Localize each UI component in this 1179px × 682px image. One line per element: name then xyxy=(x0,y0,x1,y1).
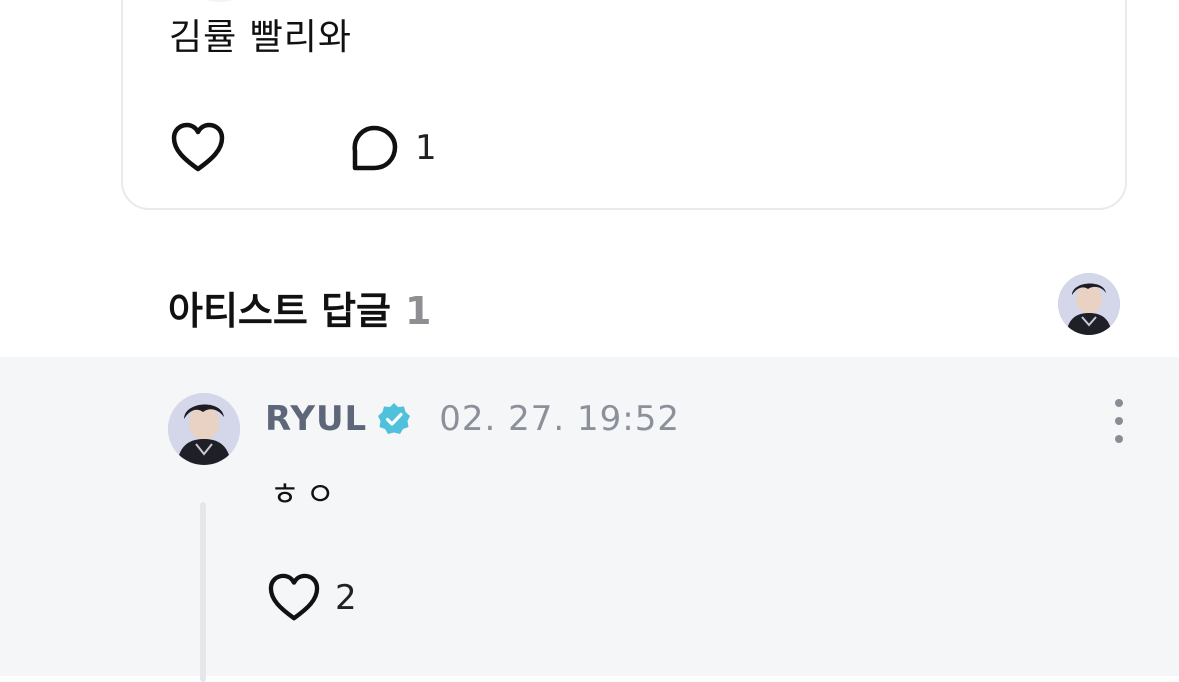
comment-count: 1 xyxy=(415,128,437,168)
reply-timestamp: 02. 27. 19:52 xyxy=(439,399,680,439)
heart-outline-icon xyxy=(171,122,225,172)
post-author-avatar[interactable] xyxy=(171,0,267,2)
artist-replies-header: 아티스트 답글 1 xyxy=(168,280,431,335)
post-comment-button[interactable]: 1 xyxy=(349,124,437,172)
artist-replies-count: 1 xyxy=(405,289,432,333)
verified-badge-icon xyxy=(378,403,411,434)
heart-outline-icon xyxy=(268,573,320,621)
vertical-ellipsis-dot xyxy=(1115,417,1123,425)
reply-author-avatar[interactable] xyxy=(168,393,240,465)
artist-reply: RYUL 02. 27. 19:52 ㅎㅇ 2 xyxy=(0,357,1179,682)
artist-photo-icon xyxy=(1058,273,1120,335)
post-like-button[interactable] xyxy=(170,122,226,174)
vertical-ellipsis-dot xyxy=(1115,435,1123,443)
reply-author-name[interactable]: RYUL xyxy=(265,399,367,439)
post-text: 김률 빨리와 xyxy=(169,17,353,58)
thread-line xyxy=(200,502,206,682)
reply-like-count: 2 xyxy=(335,578,357,618)
vertical-ellipsis-icon xyxy=(1115,399,1123,407)
artist-avatar-small[interactable] xyxy=(1058,273,1120,335)
more-options-button[interactable] xyxy=(1106,399,1132,443)
speech-bubble-icon xyxy=(352,125,398,171)
artist-photo-icon xyxy=(168,393,240,465)
artist-replies-title: 아티스트 답글 xyxy=(168,289,391,333)
reply-like-button[interactable]: 2 xyxy=(267,573,357,623)
reply-text: ㅎㅇ xyxy=(270,475,341,513)
reply-header: RYUL 02. 27. 19:52 xyxy=(265,397,680,441)
